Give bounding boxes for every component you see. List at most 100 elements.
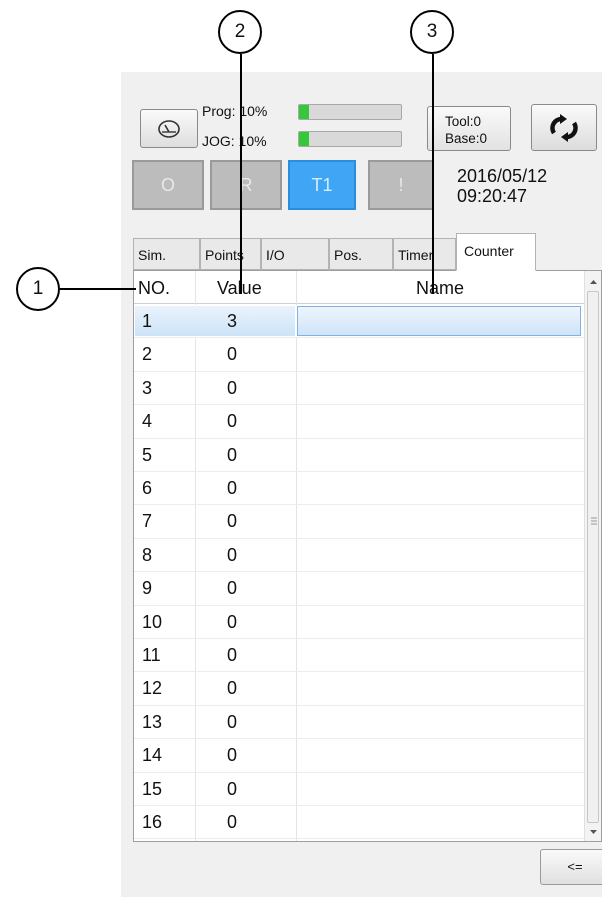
counter-value[interactable]: 0 <box>227 344 237 365</box>
row-number: 3 <box>142 377 153 398</box>
row-number: 13 <box>142 711 163 732</box>
counter-value[interactable]: 0 <box>227 545 237 566</box>
table-row[interactable]: 40 <box>134 405 585 439</box>
mode-button-t1[interactable]: T1 <box>288 160 356 210</box>
row-number: 7 <box>142 511 153 532</box>
counter-name-field[interactable] <box>297 373 581 403</box>
counter-value[interactable]: 0 <box>227 511 237 532</box>
table-row[interactable]: 11 0 <box>134 639 585 673</box>
counter-value[interactable]: 0 <box>227 745 237 766</box>
table-row[interactable]: 12 0 <box>134 672 585 706</box>
counter-name-field[interactable] <box>297 774 581 804</box>
counter-name-field[interactable] <box>297 339 581 369</box>
table-row[interactable]: 14 0 <box>134 739 585 773</box>
counter-name-field[interactable] <box>297 306 581 337</box>
counter-name-field[interactable] <box>297 473 581 503</box>
table-row[interactable]: 60 <box>134 472 585 506</box>
jog-speed-label: JOG: 10% <box>202 133 267 149</box>
column-header-name: Name <box>416 278 465 298</box>
row-number: 8 <box>142 544 153 565</box>
speed-gauge-button[interactable] <box>140 109 198 148</box>
counter-value[interactable]: 0 <box>227 645 237 666</box>
table-row[interactable]: 80 <box>134 539 585 573</box>
scroll-down-arrow-icon[interactable] <box>586 825 601 839</box>
row-number: 9 <box>142 578 153 599</box>
tab-timer[interactable]: Timer <box>393 238 456 270</box>
tool-base-button[interactable]: Tool:0 Base:0 <box>427 106 511 151</box>
row-number: 2 <box>142 344 153 365</box>
mode-button-r[interactable]: R <box>210 160 282 210</box>
back-button[interactable]: <= <box>540 849 602 885</box>
tab-sim[interactable]: Sim. <box>133 238 200 270</box>
row-number: 6 <box>142 478 153 498</box>
column-header-no: NO. <box>138 278 171 298</box>
scrollbar-thumb[interactable] <box>587 291 599 823</box>
row-number: 11 <box>142 645 161 665</box>
counter-name-field[interactable] <box>297 740 581 770</box>
counter-value[interactable]: 0 <box>227 378 237 399</box>
row-number: 1 <box>142 311 153 331</box>
table-row[interactable]: 13 0 <box>134 706 585 740</box>
jog-speed-bar <box>298 131 402 147</box>
counter-value[interactable]: 0 <box>227 612 237 633</box>
table-row[interactable]: 20 <box>134 338 585 372</box>
tab-pos[interactable]: Pos. <box>329 238 393 270</box>
table-row[interactable]: 70 <box>134 505 585 539</box>
counter-name-field[interactable] <box>297 807 581 837</box>
counter-value[interactable]: 0 <box>227 578 237 599</box>
counter-value[interactable]: 0 <box>227 712 237 733</box>
time-text: 09:20:47 <box>457 186 528 206</box>
mode-button-alarm[interactable]: ! <box>368 160 434 210</box>
counter-value[interactable]: 0 <box>227 678 237 699</box>
table-row[interactable]: 15 0 <box>134 773 585 806</box>
callout-3: 3 <box>410 10 454 54</box>
counter-value[interactable]: 0 <box>227 478 237 499</box>
row-number: 4 <box>142 411 153 432</box>
counter-name-field[interactable] <box>297 506 581 536</box>
sync-arrows-icon <box>550 114 578 142</box>
jog-speed-bar-fill <box>299 132 310 146</box>
counter-name-field[interactable] <box>297 707 581 737</box>
counter-value[interactable]: 0 <box>227 445 237 466</box>
refresh-button[interactable] <box>531 104 597 151</box>
counter-value[interactable]: 0 <box>227 411 237 432</box>
callout-1: 1 <box>16 267 60 311</box>
prog-speed-bar-fill <box>299 105 310 119</box>
date-text: 2016/05/12 <box>457 166 548 186</box>
selected-row-highlight <box>135 306 295 337</box>
table-row[interactable]: 10 0 <box>134 606 585 639</box>
row-number: 15 <box>142 778 163 799</box>
callout-2: 2 <box>218 10 262 54</box>
counter-table: NO. Value Name 1320304050607080901001101… <box>133 270 602 842</box>
scroll-up-arrow-icon[interactable] <box>586 275 601 289</box>
row-number: 10 <box>142 611 163 632</box>
counter-name-field[interactable] <box>297 640 581 670</box>
counter-name-field[interactable] <box>297 406 581 436</box>
vertical-scrollbar[interactable] <box>584 271 601 841</box>
table-row[interactable]: 13 <box>134 305 585 339</box>
callout-2-leader-line <box>240 54 242 294</box>
table-row[interactable]: 16 0 <box>134 806 585 840</box>
counter-value[interactable]: 3 <box>227 311 237 332</box>
counter-value[interactable]: 0 <box>227 812 237 833</box>
counter-value[interactable]: 0 <box>227 779 237 800</box>
tab-points[interactable]: Points <box>200 238 261 270</box>
tab-counter[interactable]: Counter <box>456 233 536 271</box>
counter-name-field[interactable] <box>297 540 581 570</box>
table-row[interactable]: 90 <box>134 572 585 606</box>
base-label: Base:0 <box>445 131 488 146</box>
table-row[interactable]: 50 <box>134 439 585 472</box>
row-number: 12 <box>142 678 163 699</box>
callout-3-leader-line <box>432 54 434 294</box>
prog-speed-bar <box>298 104 402 120</box>
speedometer-icon <box>158 120 180 138</box>
table-row[interactable]: 30 <box>134 372 585 406</box>
counter-name-field[interactable] <box>297 440 581 470</box>
counter-name-field[interactable] <box>297 573 581 603</box>
counter-name-field[interactable] <box>297 607 581 637</box>
row-number: 14 <box>142 745 163 766</box>
callout-1-leader-line <box>60 288 136 290</box>
mode-button-o[interactable]: O <box>132 160 204 210</box>
counter-name-field[interactable] <box>297 673 581 703</box>
tab-io[interactable]: I/O <box>261 238 329 270</box>
